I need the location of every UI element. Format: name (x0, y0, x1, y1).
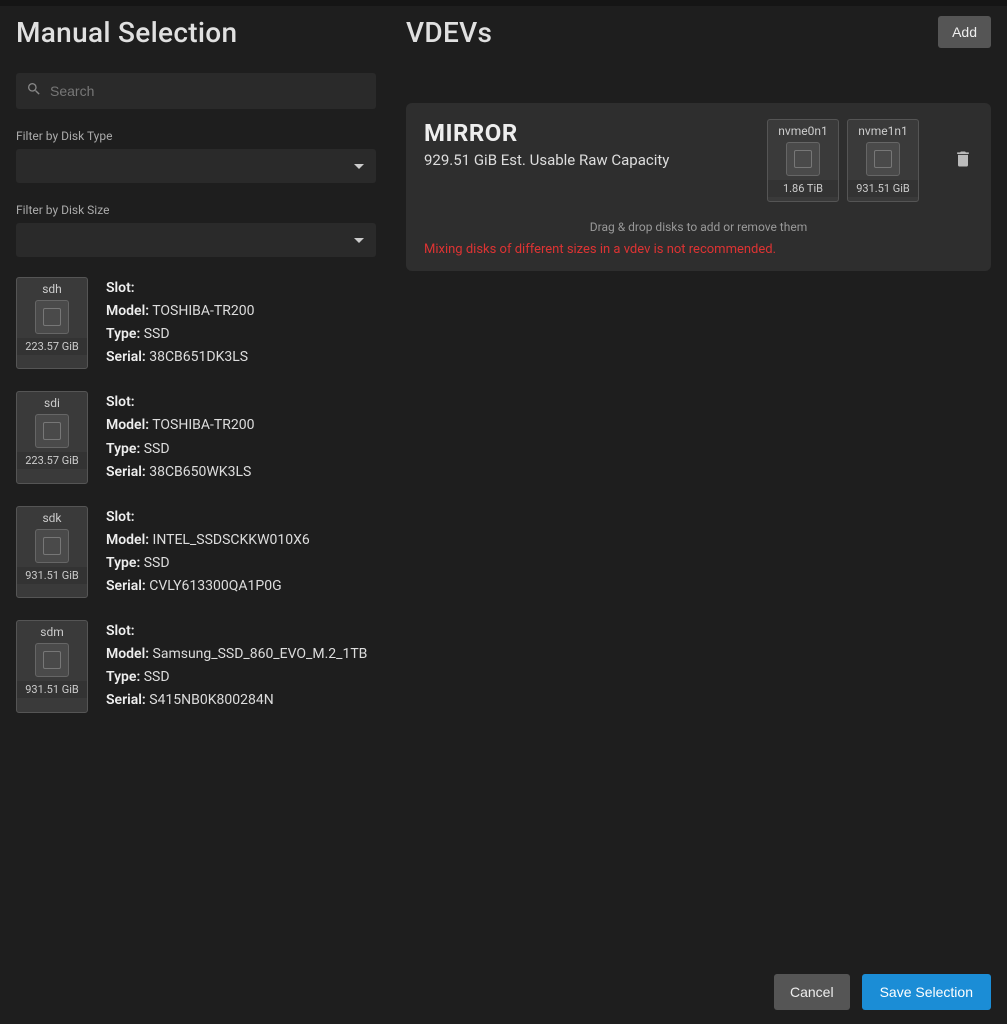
vdev-card: MIRROR 929.51 GiB Est. Usable Raw Capaci… (406, 103, 991, 271)
vdevs-title: VDEVs (406, 16, 492, 49)
add-vdev-button[interactable]: Add (938, 16, 991, 48)
vdev-capacity: 929.51 GiB Est. Usable Raw Capacity (424, 151, 753, 169)
disk-size: 223.57 GiB (17, 452, 87, 469)
disk-tile[interactable]: sdm 931.51 GiB (16, 620, 88, 712)
cancel-button[interactable]: Cancel (774, 974, 850, 1010)
disk-dev-name: sdi (17, 396, 87, 410)
vdev-hint: Drag & drop disks to add or remove them (424, 220, 973, 234)
chevron-down-icon (354, 238, 364, 243)
disk-row: sdk 931.51 GiB Slot: Model: INTEL_SSDSCK… (16, 506, 376, 598)
delete-vdev-button[interactable] (953, 149, 973, 173)
filter-disk-size-select[interactable] (16, 223, 376, 257)
disk-icon (786, 142, 820, 176)
vdev-disk-tile[interactable]: nvme1n1 931.51 GiB (847, 119, 919, 202)
disk-icon (866, 142, 900, 176)
chevron-down-icon (354, 164, 364, 169)
disk-dev-name: sdk (17, 511, 87, 525)
trash-icon (953, 154, 973, 173)
disk-tile[interactable]: sdh 223.57 GiB (16, 277, 88, 369)
disk-size: 931.51 GiB (17, 681, 87, 698)
filter-disk-type-label: Filter by Disk Type (16, 129, 376, 143)
disk-info: Slot: Model: TOSHIBA-TR200 Type: SSD Ser… (106, 391, 254, 483)
search-input-wrap[interactable] (16, 73, 376, 109)
disk-info: Slot: Model: Samsung_SSD_860_EVO_M.2_1TB… (106, 620, 367, 712)
disk-size: 1.86 TiB (768, 180, 838, 197)
disk-info: Slot: Model: TOSHIBA-TR200 Type: SSD Ser… (106, 277, 254, 369)
disk-icon (35, 529, 69, 563)
disk-dev-name: sdh (17, 282, 87, 296)
disk-size: 223.57 GiB (17, 338, 87, 355)
disk-size: 931.51 GiB (17, 567, 87, 584)
disk-dev-name: nvme0n1 (768, 124, 838, 138)
vdev-warning: Mixing disks of different sizes in a vde… (424, 242, 973, 257)
manual-selection-title: Manual Selection (16, 16, 376, 49)
disk-tile[interactable]: sdi 223.57 GiB (16, 391, 88, 483)
disk-icon (35, 414, 69, 448)
disk-icon (35, 643, 69, 677)
filter-disk-type-select[interactable] (16, 149, 376, 183)
disk-row: sdm 931.51 GiB Slot: Model: Samsung_SSD_… (16, 620, 376, 712)
save-selection-button[interactable]: Save Selection (862, 974, 991, 1010)
vdev-disk-tile[interactable]: nvme0n1 1.86 TiB (767, 119, 839, 202)
disk-size: 931.51 GiB (848, 180, 918, 197)
search-input[interactable] (50, 83, 366, 99)
disk-row: sdi 223.57 GiB Slot: Model: TOSHIBA-TR20… (16, 391, 376, 483)
disk-dev-name: nvme1n1 (848, 124, 918, 138)
search-icon (26, 81, 50, 101)
disk-dev-name: sdm (17, 625, 87, 639)
disk-tile[interactable]: sdk 931.51 GiB (16, 506, 88, 598)
disk-info: Slot: Model: INTEL_SSDSCKKW010X6 Type: S… (106, 506, 310, 598)
filter-disk-size-label: Filter by Disk Size (16, 203, 376, 217)
disk-icon (35, 300, 69, 334)
disk-row: sdh 223.57 GiB Slot: Model: TOSHIBA-TR20… (16, 277, 376, 369)
vdev-name: MIRROR (424, 119, 753, 147)
